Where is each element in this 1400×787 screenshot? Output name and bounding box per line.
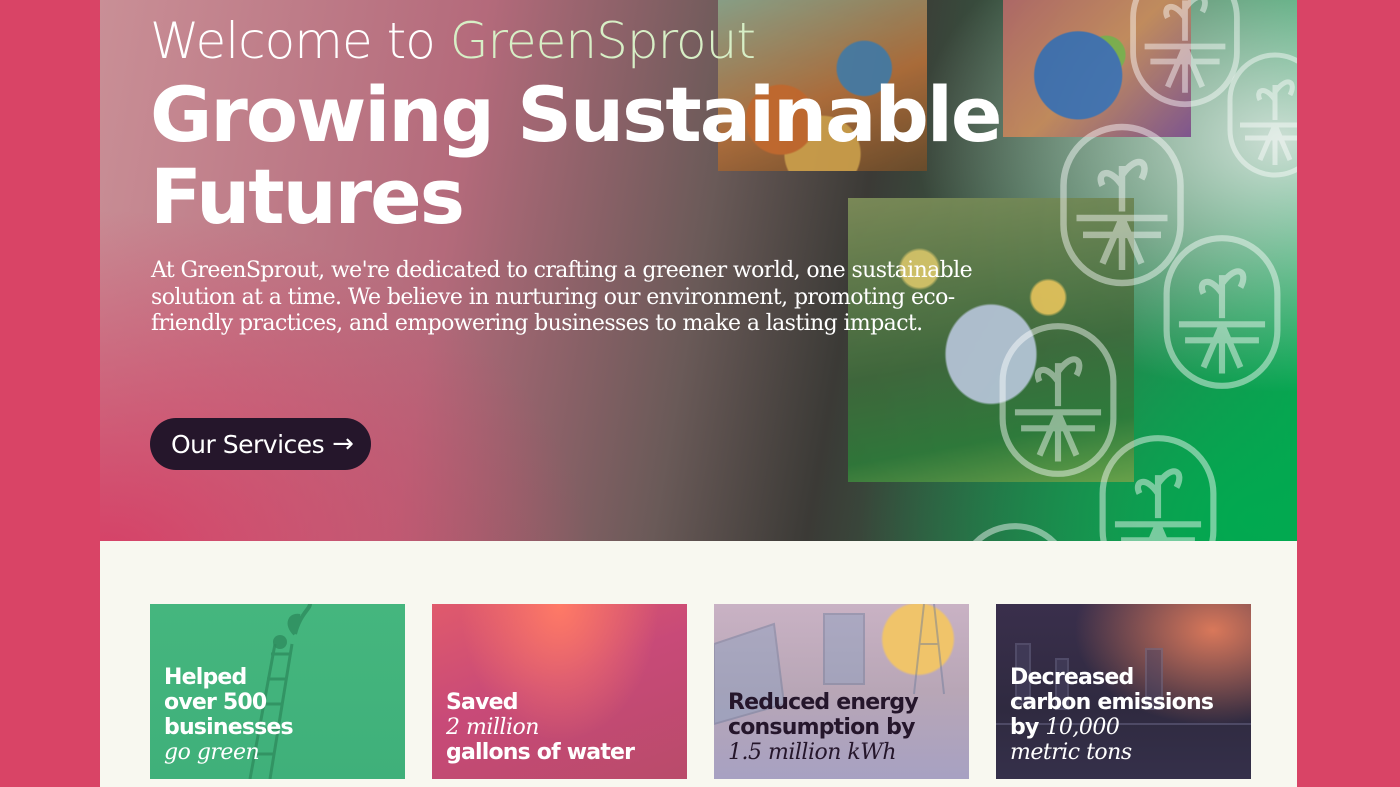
sprout-emblem-icon xyxy=(1163,235,1281,389)
hero-heading-group: Welcome to GreenSprout Growing Sustainab… xyxy=(150,12,1050,238)
stat-line: Saved xyxy=(446,690,519,715)
page-frame: Welcome to GreenSprout Growing Sustainab… xyxy=(100,0,1297,787)
sprout-emblem-icon xyxy=(1227,52,1297,178)
stat-line: Decreased xyxy=(1010,665,1134,690)
stat-card-businesses: Helped over 500 businesses go green xyxy=(150,604,405,779)
stat-line: gallons of water xyxy=(446,740,635,765)
hero-section: Welcome to GreenSprout Growing Sustainab… xyxy=(100,0,1297,541)
welcome-prefix: Welcome to xyxy=(150,12,450,70)
stat-highlight: 10,000 xyxy=(1045,715,1120,740)
stat-line: carbon emissions xyxy=(1010,690,1214,715)
hero-intro-text: At GreenSprout, we're dedicated to craft… xyxy=(151,258,973,336)
stat-line: Helped xyxy=(164,665,247,690)
our-services-button[interactable]: Our Services → xyxy=(150,418,372,470)
arrow-right-icon: → xyxy=(332,429,354,459)
stat-copy: Reduced energy consumption by 1.5 millio… xyxy=(728,690,919,765)
stat-copy: Decreased carbon emissions by 10,000 met… xyxy=(1010,665,1214,765)
sprout-emblem-icon xyxy=(1099,435,1217,541)
stat-highlight: metric tons xyxy=(1010,740,1132,765)
our-services-label: Our Services xyxy=(171,429,325,459)
stat-highlight: go green xyxy=(164,740,260,765)
impact-stats: Helped over 500 businesses go green Save… xyxy=(150,604,1251,779)
sprout-emblem-icon xyxy=(972,523,1058,541)
stat-line: by 10,000 xyxy=(1010,715,1213,740)
stat-prefix: by xyxy=(1010,715,1046,740)
stat-card-water: Saved 2 million gallons of water xyxy=(432,604,687,779)
stat-copy: Helped over 500 businesses go green xyxy=(164,665,294,765)
stat-line: over 500 xyxy=(164,690,267,715)
stat-line: consumption by xyxy=(728,715,915,740)
stat-highlight: 2 million xyxy=(446,715,539,740)
stat-line: Reduced energy xyxy=(728,690,919,715)
stat-copy: Saved 2 million gallons of water xyxy=(446,690,635,765)
stat-card-emissions: Decreased carbon emissions by 10,000 met… xyxy=(996,604,1251,779)
hero-headline: Growing Sustainable Futures xyxy=(150,70,1002,241)
stat-line: businesses xyxy=(164,715,294,740)
welcome-line: Welcome to GreenSprout xyxy=(150,12,1050,70)
stat-highlight: 1.5 million kWh xyxy=(728,740,897,765)
stat-card-energy: Reduced energy consumption by 1.5 millio… xyxy=(714,604,969,779)
brand-name: GreenSprout xyxy=(449,12,756,70)
